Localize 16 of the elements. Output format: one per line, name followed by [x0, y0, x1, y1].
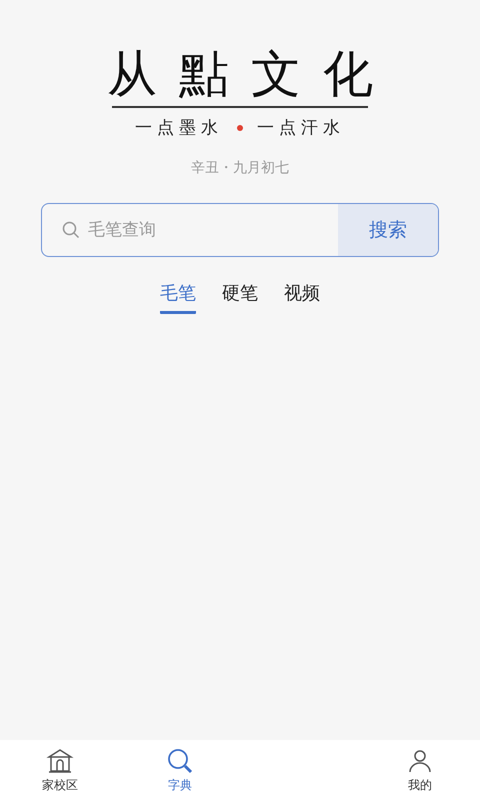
lunar-date: 辛丑・九月初七: [191, 159, 289, 177]
search-field[interactable]: 毛笔查询 搜索: [41, 203, 439, 257]
nav-tab[interactable]: 字典: [166, 742, 194, 798]
slogan-text: 一点墨水: [135, 117, 223, 139]
logo-title: 从點文化: [106, 44, 395, 104]
separator-dot: [237, 124, 243, 130]
category-tab[interactable]: 硬笔: [222, 281, 258, 314]
nav-tab[interactable]: 家校区: [42, 742, 78, 798]
search-button[interactable]: 搜索: [338, 204, 438, 256]
slogan-text: 一点汗水: [257, 117, 345, 139]
category-tab[interactable]: 毛笔: [160, 281, 196, 314]
category-tab[interactable]: 视频: [284, 281, 320, 314]
search-icon: [62, 221, 80, 239]
nav-tab[interactable]: 我的: [406, 742, 434, 798]
search-icon: [166, 746, 194, 774]
building-icon: [46, 746, 74, 774]
